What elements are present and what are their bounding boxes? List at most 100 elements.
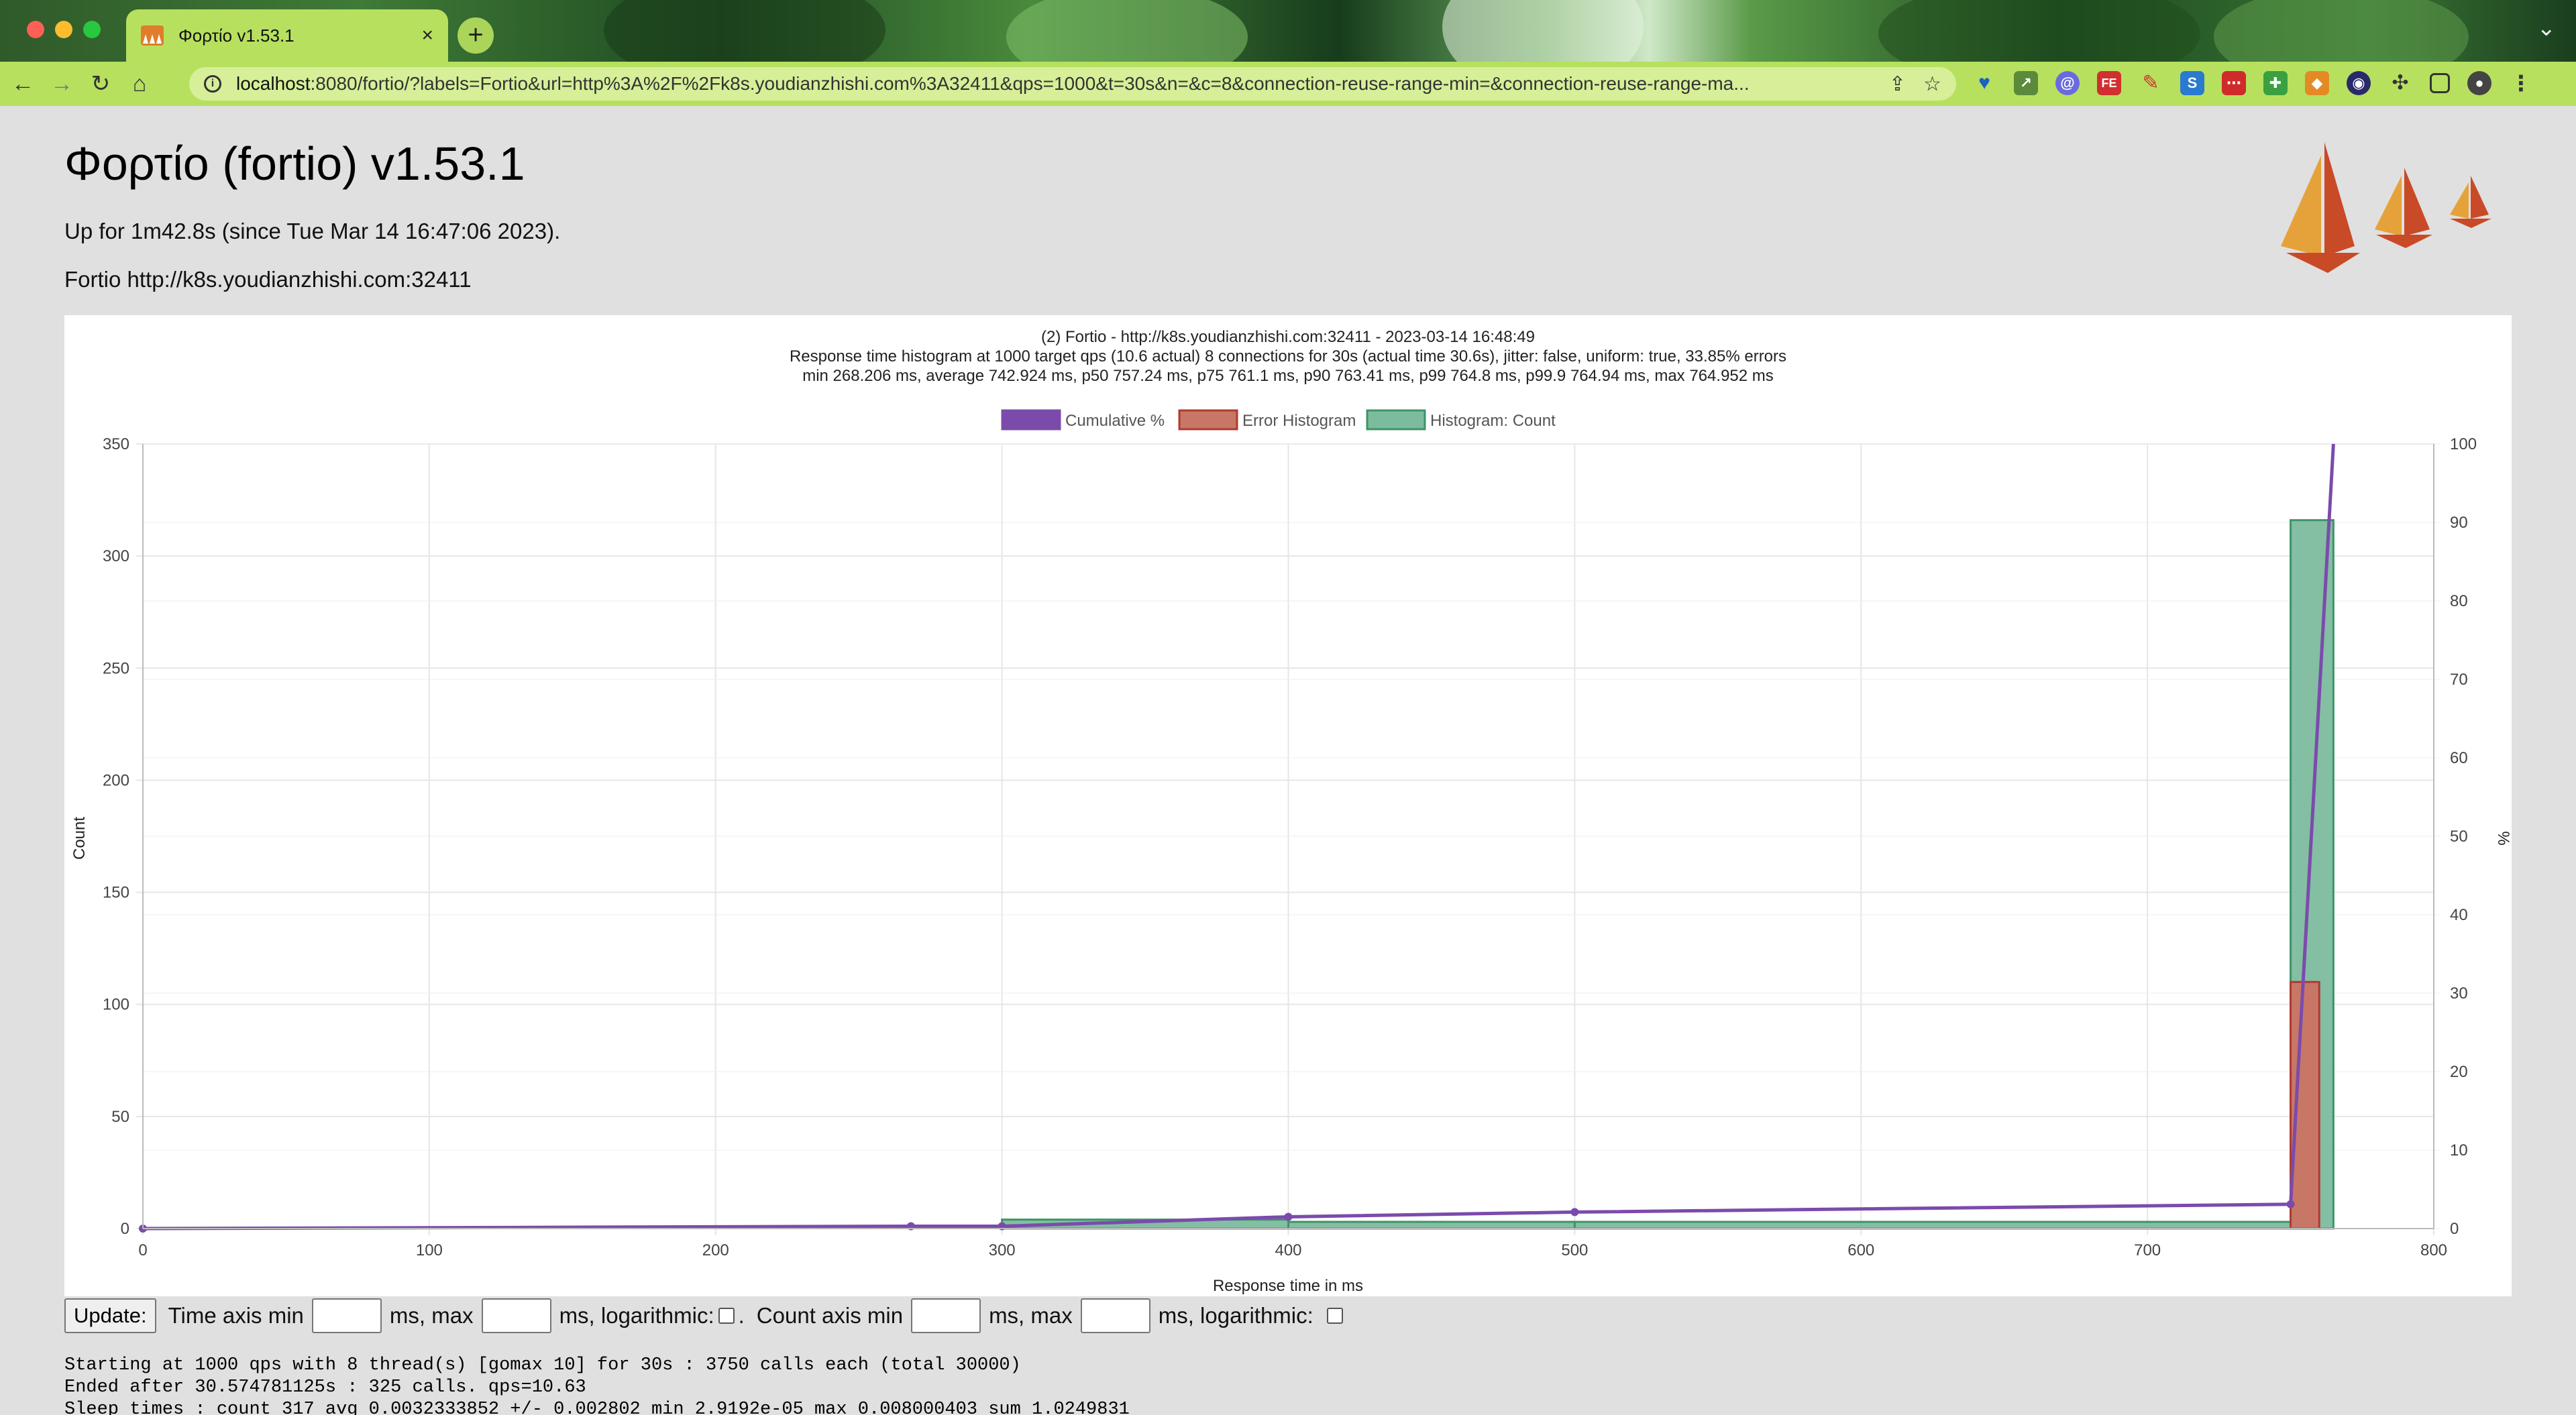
y2-tick-label: 0 bbox=[2450, 1220, 2459, 1238]
window-minimize-button[interactable] bbox=[55, 21, 72, 38]
y2-tick-label: 30 bbox=[2450, 984, 2468, 1003]
browser-toolbar: ← → ↻ ⌂ i localhost:8080/fortio/?labels=… bbox=[0, 62, 2576, 106]
count-axis-min-input[interactable] bbox=[911, 1298, 981, 1333]
share-icon[interactable]: ⇪ bbox=[1889, 72, 1906, 96]
page-title: Φορτίο (fortio) v1.53.1 bbox=[64, 137, 525, 190]
x-tick-label: 700 bbox=[2134, 1241, 2161, 1259]
home-icon[interactable]: ⌂ bbox=[123, 68, 156, 100]
y2-axis-title: % bbox=[2494, 831, 2512, 845]
y2-tick-label: 20 bbox=[2450, 1063, 2468, 1081]
reload-icon[interactable]: ↻ bbox=[85, 68, 117, 100]
cumulative-point bbox=[1284, 1212, 1293, 1221]
chart-gridlines bbox=[136, 443, 2440, 1235]
url-path: :8080/fortio/?labels=Fortio&url=http%3A%… bbox=[310, 73, 1750, 94]
x-tick-label: 800 bbox=[2420, 1241, 2447, 1259]
count-axis-log-label: ms, logarithmic: bbox=[1158, 1303, 1313, 1328]
browser-menu-icon[interactable]: ⋮ bbox=[2509, 71, 2533, 95]
extension-fox-icon[interactable]: ◆ bbox=[2305, 71, 2329, 95]
count-axis-log-checkbox[interactable] bbox=[1326, 1308, 1343, 1324]
legend-swatch-cumulative[interactable] bbox=[1001, 409, 1061, 431]
chart-axes: 0 100 200 300 400 500 600 700 800050100150200250… bbox=[103, 435, 2477, 1259]
x-tick-label: 0 bbox=[138, 1241, 147, 1259]
browser-tab-strip: Φορτίο v1.53.1 × + ⌄ bbox=[0, 0, 2576, 62]
tab-close-icon[interactable]: × bbox=[421, 24, 433, 47]
legend-swatch-error[interactable] bbox=[1178, 409, 1238, 431]
window-zoom-button[interactable] bbox=[83, 21, 101, 38]
x-axis-title: Response time in ms bbox=[1213, 1277, 1363, 1295]
page-content: Φορτίο (fortio) v1.53.1 Up for 1m42.8s (… bbox=[0, 106, 2576, 1415]
extension-dots-icon[interactable]: ⋯ bbox=[2222, 71, 2246, 95]
profile-avatar-icon[interactable]: ● bbox=[2467, 71, 2491, 95]
log-line: Sleep times : count 317 avg 0.0032333852… bbox=[64, 1400, 1130, 1415]
uptime-text: Up for 1m42.8s (since Tue Mar 14 16:47:0… bbox=[64, 219, 561, 243]
tab-title: Φορτίο v1.53.1 bbox=[178, 25, 294, 46]
y2-tick-label: 60 bbox=[2450, 749, 2468, 767]
back-icon[interactable]: ← bbox=[7, 68, 39, 100]
cumulative-percent-series bbox=[139, 443, 2335, 1233]
x-tick-label: 100 bbox=[416, 1241, 443, 1259]
wallpaper-leaf bbox=[1878, 0, 2200, 62]
tab-search-chevron-icon[interactable]: ⌄ bbox=[2537, 15, 2557, 42]
count-bar bbox=[1573, 1221, 2292, 1230]
x-tick-label: 200 bbox=[702, 1241, 729, 1259]
x-tick-label: 500 bbox=[1561, 1241, 1588, 1259]
y2-tick-label: 90 bbox=[2450, 514, 2468, 532]
wallpaper-leaf bbox=[604, 0, 885, 62]
y2-tick-label: 40 bbox=[2450, 906, 2468, 924]
y-tick-label: 0 bbox=[121, 1220, 129, 1238]
histogram-chart: (2) Fortio - http://k8s.youdianzhishi.co… bbox=[64, 315, 2512, 1296]
chart-title: (2) Fortio - http://k8s.youdianzhishi.co… bbox=[1041, 328, 1535, 346]
browser-tab-active[interactable]: Φορτίο v1.53.1 × bbox=[126, 9, 448, 62]
chart-subtitle-line-1: Response time histogram at 1000 target q… bbox=[790, 347, 1786, 365]
extension-heart-icon[interactable]: ♥ bbox=[1972, 71, 1996, 95]
wallpaper-leaf bbox=[2214, 0, 2469, 62]
extensions-puzzle-icon[interactable]: ✣ bbox=[2388, 71, 2412, 95]
y-axis-title: Count bbox=[70, 817, 89, 860]
y2-tick-label: 80 bbox=[2450, 592, 2468, 610]
time-axis-max-label: ms, max bbox=[389, 1303, 474, 1328]
y-tick-label: 50 bbox=[111, 1108, 129, 1126]
y-tick-label: 100 bbox=[103, 996, 129, 1014]
extension-puzzle-green-icon[interactable]: ✚ bbox=[2263, 71, 2288, 95]
window-close-button[interactable] bbox=[27, 21, 44, 38]
y-tick-label: 200 bbox=[103, 771, 129, 789]
extension-at-icon[interactable]: @ bbox=[2055, 71, 2080, 95]
url-text[interactable]: localhost:8080/fortio/?labels=Fortio&url… bbox=[236, 73, 1872, 95]
controls-separator-dot: . bbox=[738, 1303, 745, 1328]
extension-chart-icon[interactable]: ↗ bbox=[2014, 71, 2038, 95]
y2-tick-label: 100 bbox=[2450, 435, 2477, 453]
y-tick-label: 300 bbox=[103, 547, 129, 565]
x-tick-label: 600 bbox=[1847, 1241, 1874, 1259]
count-axis-max-input[interactable] bbox=[1080, 1298, 1150, 1333]
fortio-target-url: Fortio http://k8s.youdianzhishi.com:3241… bbox=[64, 267, 472, 292]
extension-eye-icon[interactable]: ◉ bbox=[2347, 71, 2371, 95]
count-histogram-bars bbox=[1001, 519, 2334, 1230]
x-tick-label: 300 bbox=[989, 1241, 1016, 1259]
legend-label-cumulative: Cumulative % bbox=[1065, 412, 1165, 430]
count-axis-min-label: Count axis min bbox=[756, 1303, 904, 1328]
wallpaper-leaf bbox=[1442, 0, 1644, 62]
time-axis-max-input[interactable] bbox=[481, 1298, 551, 1333]
extension-s-icon[interactable]: S bbox=[2180, 71, 2204, 95]
new-tab-button[interactable]: + bbox=[458, 17, 494, 54]
y2-tick-label: 50 bbox=[2450, 828, 2468, 846]
extension-pen-icon[interactable]: ✎ bbox=[2139, 71, 2163, 95]
url-host: localhost bbox=[236, 73, 311, 94]
site-info-icon[interactable]: i bbox=[204, 75, 221, 93]
legend-swatch-count[interactable] bbox=[1366, 409, 1426, 431]
time-axis-log-checkbox[interactable] bbox=[718, 1308, 735, 1324]
cumulative-point bbox=[2286, 1200, 2295, 1208]
bookmark-star-icon[interactable]: ☆ bbox=[1923, 72, 1941, 96]
log-line: Ended after 30.574781125s : 325 calls. q… bbox=[64, 1377, 586, 1398]
y2-tick-label: 10 bbox=[2450, 1141, 2468, 1159]
time-axis-log-label: ms, logarithmic: bbox=[559, 1303, 714, 1328]
extension-fe-icon[interactable]: FE bbox=[2097, 71, 2121, 95]
update-button[interactable]: Update: bbox=[64, 1298, 156, 1333]
legend-label-count: Histogram: Count bbox=[1430, 412, 1556, 430]
fortio-sailboats-logo bbox=[2281, 142, 2491, 273]
side-panel-icon[interactable] bbox=[2430, 73, 2450, 93]
time-axis-min-input[interactable] bbox=[311, 1298, 382, 1333]
address-bar[interactable]: i localhost:8080/fortio/?labels=Fortio&u… bbox=[189, 67, 1956, 101]
y-tick-label: 250 bbox=[103, 659, 129, 677]
forward-icon[interactable]: → bbox=[46, 68, 78, 100]
